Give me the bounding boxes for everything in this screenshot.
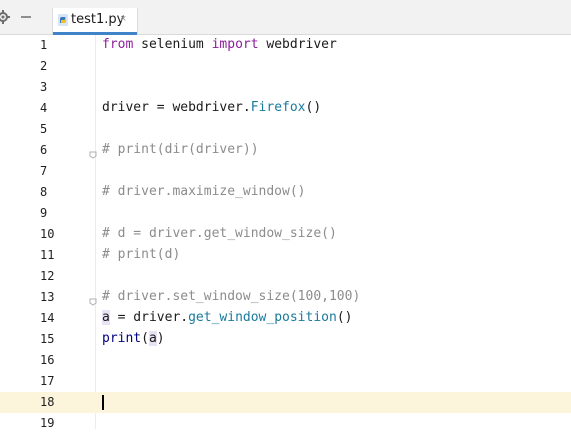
code-text: # driver.set_window_size(100,100) bbox=[102, 289, 360, 304]
code-token: # print(d) bbox=[102, 247, 181, 262]
gear-icon[interactable] bbox=[0, 10, 10, 24]
code-text: # print(d) bbox=[102, 247, 180, 262]
code-token: driver = webdriver. bbox=[102, 100, 251, 115]
code-line[interactable]: 11 # print(d) bbox=[0, 245, 571, 266]
line-number: 5 bbox=[40, 122, 48, 136]
code-text: driver = webdriver.Firefox() bbox=[102, 100, 321, 115]
line-number: 19 bbox=[40, 416, 55, 430]
code-line[interactable]: 16 bbox=[0, 350, 571, 371]
line-number: 6 bbox=[40, 143, 48, 157]
code-line[interactable]: 2 bbox=[0, 56, 571, 77]
line-number: 8 bbox=[40, 185, 48, 199]
line-number: 2 bbox=[40, 59, 48, 73]
tab-label: test1.py bbox=[71, 12, 125, 27]
line-number: 14 bbox=[40, 311, 55, 325]
code-line[interactable]: 18 bbox=[0, 392, 571, 413]
code-line[interactable]: 13 # driver.set_window_size(100,100) bbox=[0, 287, 571, 308]
code-token: print bbox=[102, 331, 142, 346]
line-number: 18 bbox=[40, 395, 55, 409]
text-cursor bbox=[102, 395, 104, 410]
code-line[interactable]: 1 from selenium import webdriver bbox=[0, 35, 571, 56]
code-line[interactable]: 15 print(a) bbox=[0, 329, 571, 350]
code-text: # d = driver.get_window_size() bbox=[102, 226, 337, 241]
code-token: import bbox=[211, 37, 259, 52]
code-token: # print(dir(driver)) bbox=[102, 142, 259, 157]
code-line[interactable]: 9 bbox=[0, 203, 571, 224]
code-line[interactable]: 8 # driver.maximize_window() bbox=[0, 182, 571, 203]
code-token: = driver. bbox=[109, 310, 189, 325]
fold-marker-icon[interactable] bbox=[89, 293, 97, 306]
code-token: () bbox=[305, 100, 322, 115]
code-token: ( bbox=[141, 331, 149, 346]
code-token: # driver.maximize_window() bbox=[102, 184, 306, 199]
python-file-icon bbox=[57, 13, 69, 26]
line-number: 7 bbox=[40, 164, 48, 178]
code-line[interactable]: 4 driver = webdriver.Firefox() bbox=[0, 98, 571, 119]
line-number: 10 bbox=[40, 227, 55, 241]
code-line[interactable]: 10 # d = driver.get_window_size() bbox=[0, 224, 571, 245]
editor-tab-bar: test1.py × bbox=[0, 0, 571, 35]
code-token: a bbox=[102, 310, 110, 325]
code-line[interactable]: 7 bbox=[0, 161, 571, 182]
code-token: ) bbox=[156, 331, 165, 346]
fold-marker-icon[interactable] bbox=[89, 146, 97, 159]
code-line[interactable]: 19 bbox=[0, 413, 571, 434]
minus-icon[interactable] bbox=[19, 10, 33, 24]
code-text: print(a) bbox=[102, 331, 165, 346]
line-number: 12 bbox=[40, 269, 55, 283]
code-token: Firefox bbox=[250, 100, 306, 115]
code-token: () bbox=[336, 310, 353, 325]
line-number: 13 bbox=[40, 290, 55, 304]
code-line[interactable]: 5 bbox=[0, 119, 571, 140]
line-number: 1 bbox=[40, 38, 48, 52]
code-text: # driver.maximize_window() bbox=[102, 184, 306, 199]
line-number: 15 bbox=[40, 332, 55, 346]
line-number: 11 bbox=[40, 248, 55, 262]
code-line[interactable]: 12 bbox=[0, 266, 571, 287]
code-line[interactable]: 6 # print(dir(driver)) bbox=[0, 140, 571, 161]
line-number: 3 bbox=[40, 80, 48, 94]
code-token: # d = driver.get_window_size() bbox=[102, 226, 337, 241]
tab-test1-py[interactable]: test1.py × bbox=[52, 8, 138, 35]
code-line[interactable]: 14 a = driver.get_window_position() bbox=[0, 308, 571, 329]
line-number: 16 bbox=[40, 353, 55, 367]
line-number: 4 bbox=[40, 101, 48, 115]
code-token: a bbox=[148, 331, 157, 346]
code-text: # print(dir(driver)) bbox=[102, 142, 259, 157]
line-number: 17 bbox=[40, 374, 55, 388]
code-token: from bbox=[102, 37, 134, 52]
code-token: webdriver bbox=[258, 37, 337, 52]
code-line[interactable]: 17 bbox=[0, 371, 571, 392]
line-number: 9 bbox=[40, 206, 48, 220]
code-text: from selenium import webdriver bbox=[102, 37, 337, 52]
code-token: selenium bbox=[133, 37, 212, 52]
close-icon[interactable]: × bbox=[120, 13, 126, 25]
code-line[interactable]: 3 bbox=[0, 77, 571, 98]
code-token: get_window_position bbox=[188, 310, 337, 325]
code-editor[interactable]: 1 from selenium import webdriver 2 3 4 driver… bbox=[0, 35, 571, 430]
code-text: a = driver.get_window_position() bbox=[102, 310, 352, 325]
code-token: # driver.set_window_size(100,100) bbox=[102, 289, 361, 304]
